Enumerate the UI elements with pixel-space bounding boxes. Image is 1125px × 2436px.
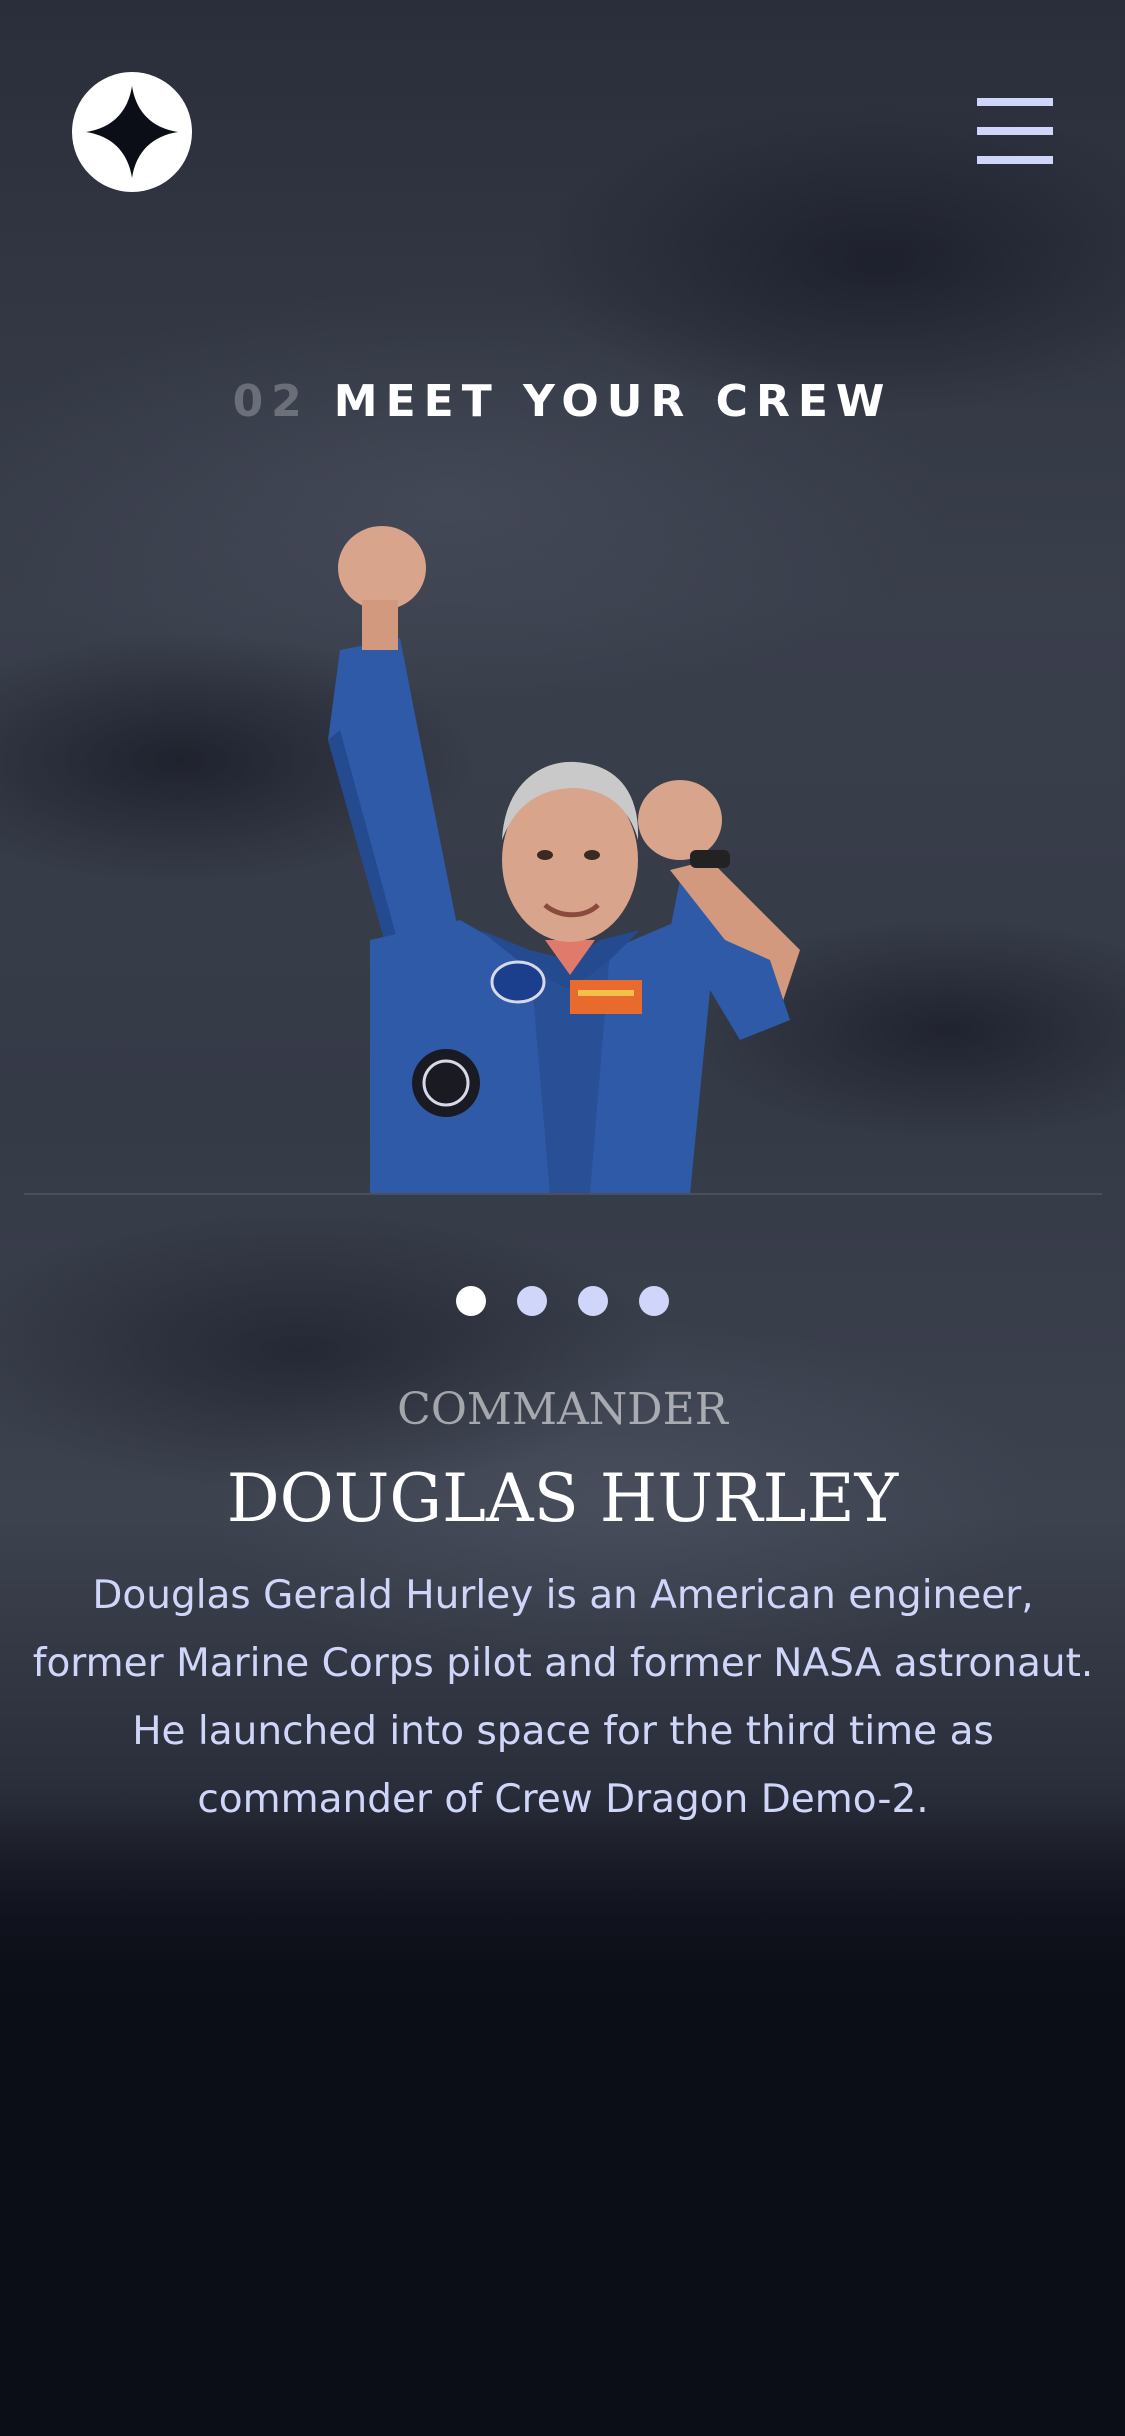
crew-page: 02 MEET YOUR CREW COMMANDER DOUGLAS HURL… xyxy=(0,0,1125,2436)
slider-dot-2[interactable] xyxy=(517,1286,547,1316)
slider-dot-3[interactable] xyxy=(578,1286,608,1316)
star-logo-svg xyxy=(86,86,178,178)
menu-bar-middle xyxy=(977,127,1053,135)
slider-dot-4[interactable] xyxy=(639,1286,669,1316)
hamburger-menu-icon[interactable] xyxy=(977,98,1053,164)
menu-bar-bottom xyxy=(977,156,1053,164)
section-title: MEET YOUR CREW xyxy=(333,376,893,427)
section-number: 02 xyxy=(232,376,310,427)
crew-role: COMMANDER xyxy=(397,1384,728,1435)
crew-member-image xyxy=(300,520,820,1194)
crew-slider-dots xyxy=(456,1286,670,1316)
menu-bar-top xyxy=(977,98,1053,106)
background-fade xyxy=(0,1800,1125,2050)
crew-name: DOUGLAS HURLEY xyxy=(226,1460,899,1537)
image-divider xyxy=(24,1193,1102,1195)
slider-dot-1[interactable] xyxy=(456,1286,486,1316)
crew-bio: Douglas Gerald Hurley is an American eng… xyxy=(32,1573,1094,1822)
astronaut-illustration xyxy=(328,526,800,1194)
star-logo-icon[interactable] xyxy=(72,72,192,192)
section-heading: 02 MEET YOUR CREW xyxy=(0,372,1125,432)
